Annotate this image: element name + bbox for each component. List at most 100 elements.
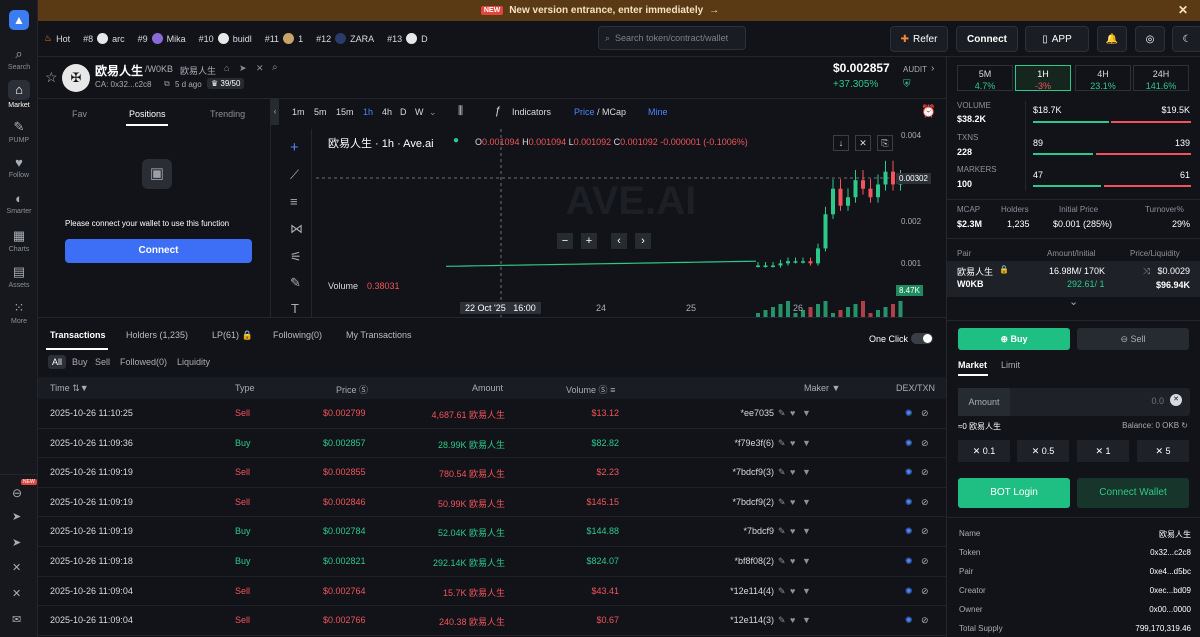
one-click-toggle[interactable] bbox=[911, 333, 933, 344]
table-row[interactable]: 2025-10-26 11:09:19 Buy $0.002784 52.04K 欧易… bbox=[38, 517, 946, 547]
info-value[interactable]: 0x00...0000 bbox=[1149, 605, 1191, 614]
header-maker[interactable]: Maker ▼ bbox=[804, 383, 840, 393]
sidebar-item-market[interactable]: ⌂ Market bbox=[0, 80, 38, 109]
alarm-icon[interactable]: ⏰ bbox=[921, 104, 936, 118]
x-social-icon[interactable]: ✕ bbox=[12, 587, 21, 600]
star-icon[interactable]: ☆ bbox=[45, 69, 58, 86]
interval-d[interactable]: D bbox=[400, 107, 407, 117]
timeframe-1h[interactable]: 1H -3% bbox=[1015, 65, 1071, 91]
horizontal-lines-icon[interactable]: ≡ bbox=[290, 194, 298, 209]
zoom-in-button[interactable]: + bbox=[581, 233, 597, 249]
x-social-icon[interactable]: ✕ bbox=[12, 561, 21, 574]
tx-link-icon[interactable]: ⊘ bbox=[921, 438, 929, 449]
scroll-left-button[interactable]: ‹ bbox=[611, 233, 627, 249]
refresh-icon[interactable]: ↻ bbox=[1181, 421, 1188, 430]
sidebar-item-pump[interactable]: ✎ PUMP bbox=[0, 119, 38, 144]
telegram-icon[interactable]: ➤ bbox=[12, 510, 21, 523]
edit-icon[interactable]: ✎ bbox=[778, 438, 786, 449]
brush-icon[interactable]: ✎ bbox=[290, 275, 301, 291]
header-volume[interactable]: Volume Ⓢ ≡ bbox=[566, 383, 615, 396]
search-icon[interactable]: ⌕ bbox=[272, 62, 278, 73]
heart-icon[interactable]: ♥ bbox=[790, 467, 795, 477]
tab-holders[interactable]: Holders (1,235) bbox=[126, 330, 188, 340]
connect-wallet-button[interactable]: Connect Wallet bbox=[1077, 478, 1189, 508]
interval-5m[interactable]: 5m bbox=[314, 107, 327, 117]
filter-icon[interactable]: ▼ bbox=[802, 615, 811, 625]
filter-icon[interactable]: ▼ bbox=[802, 467, 811, 477]
sidebar-item-smarter[interactable]: ◐ Smarter bbox=[0, 191, 38, 215]
edit-icon[interactable]: ✎ bbox=[778, 556, 786, 567]
timeframe-4h[interactable]: 4H 23.1% bbox=[1075, 65, 1131, 91]
bell-icon[interactable]: 🔔 bbox=[1097, 26, 1127, 52]
filter-icon[interactable]: ▼ bbox=[802, 556, 811, 566]
tab-following[interactable]: Following(0) bbox=[273, 330, 322, 340]
price-chart[interactable]: AVE.AI bbox=[316, 129, 946, 317]
interval-4h[interactable]: 4h bbox=[382, 107, 392, 117]
heart-icon[interactable]: ♥ bbox=[790, 438, 795, 448]
edit-icon[interactable]: ✎ bbox=[778, 526, 786, 537]
tab-trending[interactable]: Trending bbox=[210, 109, 245, 119]
collapse-icon[interactable]: ✕ bbox=[855, 135, 871, 151]
arrow-down-icon[interactable]: ↓ bbox=[833, 135, 849, 151]
telegram-icon[interactable]: ➤ bbox=[239, 63, 247, 74]
chevron-down-icon[interactable]: ⌄ bbox=[429, 107, 437, 118]
heart-icon[interactable]: ♥ bbox=[790, 526, 795, 536]
contract-address[interactable]: CA: 0x32...c2c8 bbox=[95, 80, 151, 89]
filter-icon[interactable]: ▼ bbox=[802, 526, 811, 536]
edit-icon[interactable]: ✎ bbox=[778, 586, 786, 597]
cell-maker[interactable]: *7bdcf9 bbox=[743, 526, 774, 536]
mail-icon[interactable]: ✉ bbox=[12, 613, 21, 626]
text-tool-icon[interactable]: T bbox=[291, 301, 299, 316]
tab-limit[interactable]: Limit bbox=[1001, 360, 1020, 370]
tab-lp[interactable]: LP(61) 🔒 bbox=[212, 330, 253, 341]
amount-input[interactable]: Amount 0.0 ✕ bbox=[958, 388, 1190, 416]
sell-tab-button[interactable]: ⊖ Sell bbox=[1077, 328, 1189, 350]
info-value[interactable]: 0xec...bd09 bbox=[1150, 586, 1191, 595]
app-button[interactable]: ▯ APP bbox=[1025, 26, 1089, 52]
table-row[interactable]: 2025-10-26 11:10:25 Sell $0.002799 4,687.61… bbox=[38, 399, 946, 429]
table-row[interactable]: 2025-10-26 11:09:19 Sell $0.002846 50.99K 欧… bbox=[38, 488, 946, 518]
fib-icon[interactable]: ⚟ bbox=[290, 249, 302, 265]
cell-maker[interactable]: *12e114(3) bbox=[730, 615, 774, 625]
edit-icon[interactable]: ✎ bbox=[778, 408, 786, 419]
quick-amount-button[interactable]: ✕ 0.5 bbox=[1017, 440, 1069, 462]
indicators-button[interactable]: Indicators bbox=[512, 107, 551, 117]
sidebar-item-search[interactable]: ⌕ Search bbox=[0, 46, 38, 71]
interval-1m[interactable]: 1m bbox=[292, 107, 305, 117]
edit-icon[interactable]: ✎ bbox=[778, 497, 786, 508]
collapse-left-icon[interactable]: ‹ bbox=[271, 99, 279, 125]
tab-positions[interactable]: Positions bbox=[129, 109, 166, 119]
scroll-right-button[interactable]: › bbox=[635, 233, 651, 249]
tab-fav[interactable]: Fav bbox=[72, 109, 87, 119]
connect-wallet-button[interactable]: Connect bbox=[65, 239, 252, 263]
banner-text[interactable]: New version entrance, enter immediately bbox=[509, 5, 703, 16]
table-row[interactable]: 2025-10-26 11:09:36 Buy $0.002857 28.99K 欧易… bbox=[38, 429, 946, 459]
telegram-icon[interactable]: ➤ bbox=[12, 536, 21, 549]
sidebar-item-more[interactable]: ⁙ More bbox=[0, 300, 38, 325]
mine-toggle[interactable]: Mine bbox=[648, 107, 668, 117]
filter-sell[interactable]: Sell bbox=[95, 357, 110, 367]
trend-item[interactable]: #13 D bbox=[387, 33, 428, 44]
heart-icon[interactable]: ♥ bbox=[790, 497, 795, 507]
interval-1h[interactable]: 1h bbox=[363, 107, 373, 117]
filter-icon[interactable]: ▼ bbox=[802, 497, 811, 507]
refer-button[interactable]: ✚ Refer bbox=[890, 26, 948, 52]
tx-link-icon[interactable]: ⊘ bbox=[921, 467, 929, 478]
hot-link[interactable]: ♨ Hot bbox=[44, 33, 70, 44]
quick-amount-button[interactable]: ✕ 5 bbox=[1137, 440, 1189, 462]
filter-liquidity[interactable]: Liquidity bbox=[177, 357, 210, 367]
filter-icon[interactable]: ▼ bbox=[802, 408, 811, 418]
edit-icon[interactable]: ✎ bbox=[778, 467, 786, 478]
chevron-down-icon[interactable]: ⌄ bbox=[1069, 295, 1078, 308]
trend-item[interactable]: #12 ZARA bbox=[316, 33, 374, 44]
trend-item[interactable]: #9 Mika bbox=[138, 33, 186, 44]
header-price[interactable]: Price Ⓢ bbox=[336, 383, 368, 396]
tx-link-icon[interactable]: ⊘ bbox=[921, 556, 929, 567]
announcement-banner[interactable]: NEW New version entrance, enter immediat… bbox=[0, 0, 1200, 21]
globe-icon[interactable]: ◎ bbox=[1135, 26, 1165, 52]
tab-transactions[interactable]: Transactions bbox=[50, 330, 106, 340]
cell-maker[interactable]: *ee7035 bbox=[740, 408, 774, 418]
table-row[interactable]: 2025-10-26 11:09:19 Sell $0.002855 780.54 欧… bbox=[38, 458, 946, 488]
filter-icon[interactable]: ▼ bbox=[802, 438, 811, 448]
connect-button[interactable]: Connect bbox=[956, 26, 1018, 52]
